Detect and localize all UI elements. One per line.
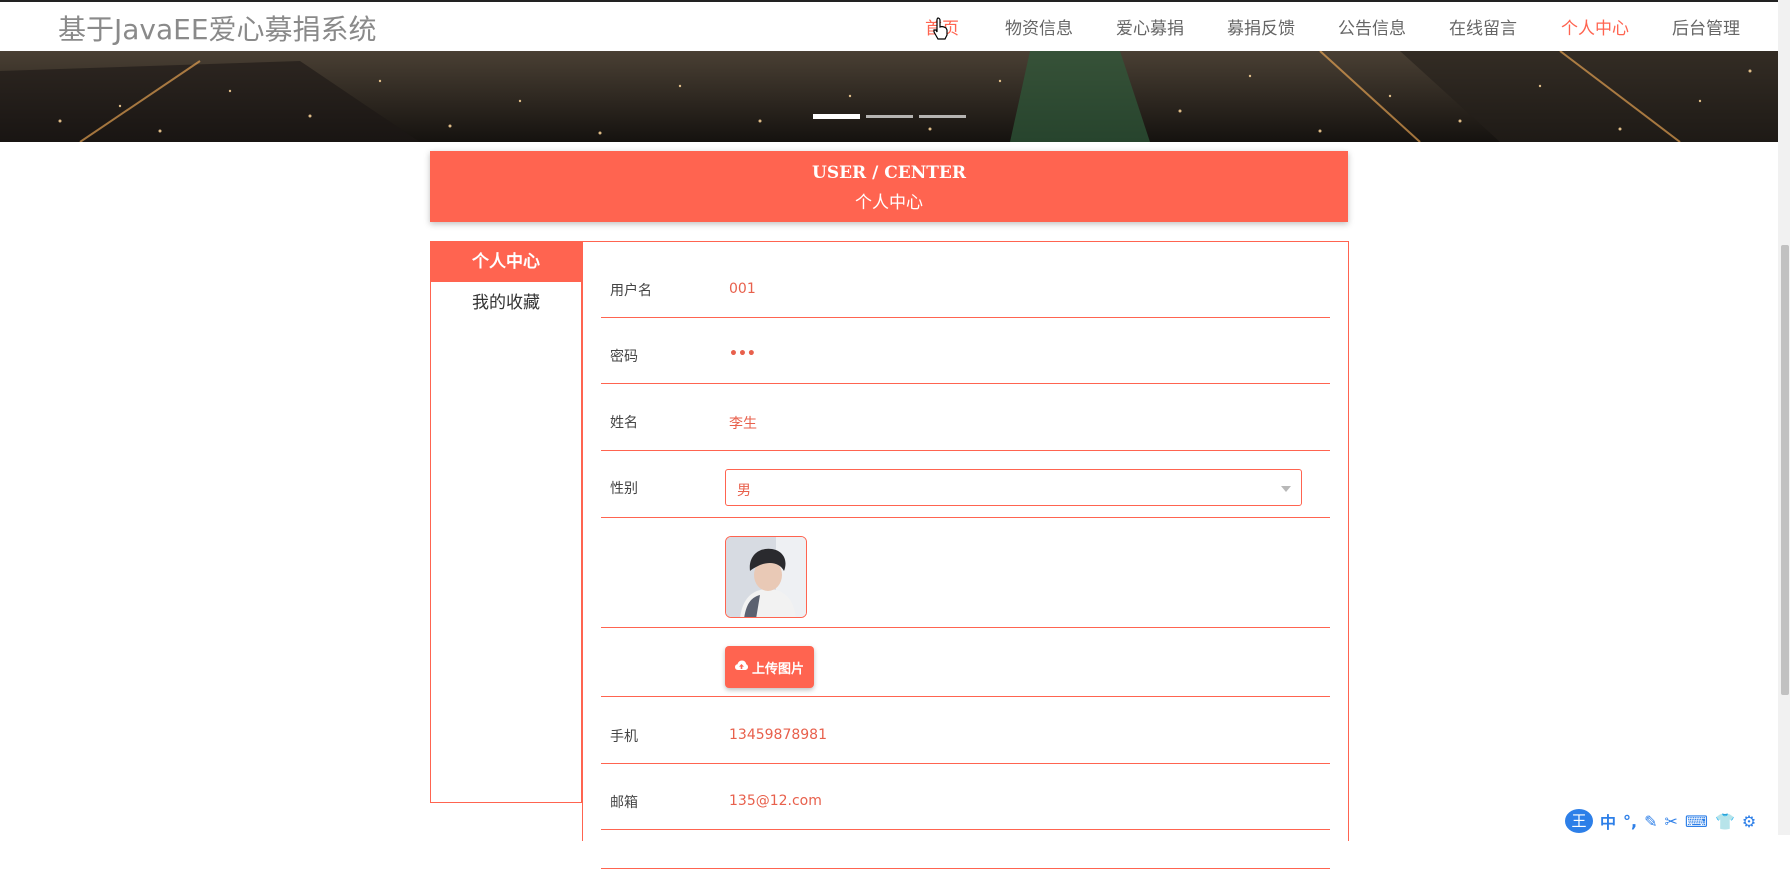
password-row: 密码 •••	[601, 317, 1330, 384]
ime-settings-icon[interactable]: ⚙	[1742, 812, 1756, 831]
avatar-row-inner	[601, 517, 1330, 628]
upload-image-label: 上传图片	[752, 662, 805, 677]
avatar[interactable]	[725, 536, 807, 618]
email-row: 邮箱 135@12.com	[601, 763, 1330, 830]
ime-punct-icon[interactable]: °,	[1623, 812, 1637, 831]
ime-toolbar: 王 中 °, ✎ ✂ ⌨ 👕 ⚙	[1565, 808, 1756, 834]
email-field[interactable]: 135@12.com	[729, 793, 822, 809]
phone-field[interactable]: 13459878981	[729, 727, 827, 743]
site-title[interactable]: 基于JavaEE爱心募捐系统	[58, 8, 377, 48]
nav-notice[interactable]: 公告信息	[1338, 14, 1406, 39]
gender-select[interactable]: 男	[725, 469, 1302, 506]
password-label: 密码	[610, 349, 638, 365]
phone-row: 手机 13459878981	[601, 696, 1330, 764]
ime-pen-icon[interactable]: ✎	[1644, 812, 1657, 831]
nav-user-center[interactable]: 个人中心	[1561, 14, 1629, 39]
gender-select-value: 男	[737, 483, 751, 499]
carousel-dot[interactable]	[866, 115, 913, 118]
password-field[interactable]: •••	[729, 346, 756, 362]
cloud-upload-icon	[735, 660, 748, 670]
username-label: 用户名	[610, 283, 652, 299]
nav-admin[interactable]: 后台管理	[1672, 14, 1740, 39]
banner-carousel	[0, 51, 1778, 142]
city-night-image	[0, 51, 1778, 142]
avatar-photo	[726, 537, 806, 617]
upload-image-button[interactable]: 上传图片	[725, 646, 814, 688]
nav-donation[interactable]: 爱心募捐	[1116, 14, 1184, 39]
top-navbar: 基于JavaEE爱心募捐系统 首页 物资信息 爱心募捐 募捐反馈 公告信息 在线…	[0, 0, 1778, 51]
nav-supplies[interactable]: 物资信息	[1005, 14, 1073, 39]
sidebar-item-favorites[interactable]: 我的收藏	[431, 283, 581, 323]
ime-logo-icon[interactable]: 王	[1565, 809, 1593, 833]
name-label: 姓名	[610, 415, 638, 431]
ime-keyboard-icon[interactable]: ⌨	[1685, 812, 1708, 831]
upload-row	[601, 627, 1330, 697]
name-field[interactable]: 李生	[729, 413, 757, 433]
username-row: 用户名 001	[601, 242, 1330, 318]
username-field[interactable]: 001	[729, 281, 756, 297]
scrollbar-thumb[interactable]	[1781, 245, 1789, 695]
chevron-down-icon	[1281, 486, 1291, 492]
ime-lang-icon[interactable]: 中	[1600, 809, 1616, 833]
section-header-en: USER / CENTER	[812, 163, 966, 183]
carousel-dot[interactable]	[813, 114, 860, 119]
carousel-dot[interactable]	[919, 115, 966, 118]
email-label: 邮箱	[610, 795, 638, 811]
ime-scissors-icon[interactable]: ✂	[1665, 812, 1678, 831]
user-sidebar: 个人中心 我的收藏	[430, 241, 582, 803]
nav-message[interactable]: 在线留言	[1449, 14, 1517, 39]
hand-cursor-icon	[933, 17, 948, 40]
name-row: 姓名 李生	[601, 383, 1330, 451]
ime-skin-icon[interactable]: 👕	[1715, 812, 1735, 831]
gender-label: 性别	[610, 481, 638, 497]
sidebar-item-user-center[interactable]: 个人中心	[431, 242, 581, 282]
section-header: USER / CENTER 个人中心	[430, 151, 1348, 222]
nav-feedback[interactable]: 募捐反馈	[1227, 14, 1295, 39]
phone-label: 手机	[610, 729, 638, 745]
carousel-indicators	[813, 114, 966, 119]
section-header-cn: 个人中心	[855, 193, 923, 213]
profile-form: 用户名 001 密码 ••• 姓名 李生 性别 手机 13459878981 邮…	[582, 241, 1349, 869]
